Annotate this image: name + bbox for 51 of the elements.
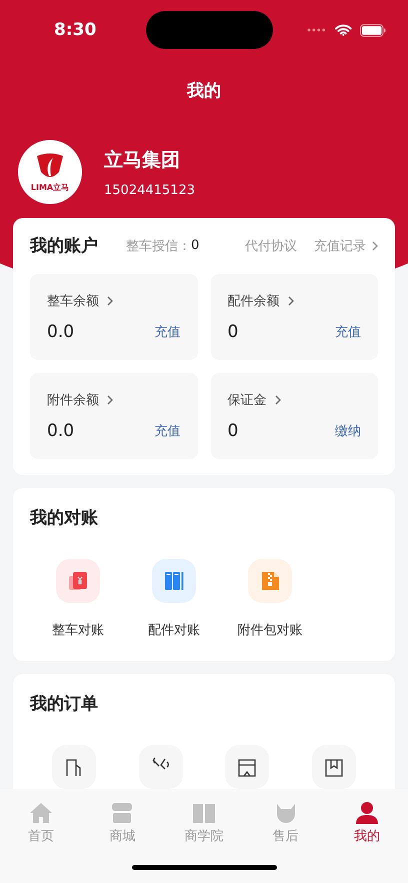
credit-label: 整车授信： [126,238,191,254]
chevron-icon [288,296,294,306]
balance-label: 保证金 [228,392,266,409]
chevron-icon [107,296,113,306]
person-icon [354,801,380,825]
box-icon[interactable] [312,745,356,789]
signal-icon [307,28,327,32]
balance-tile[interactable]: 配件余额 0 充值 [210,274,378,360]
balance-value: 0 [228,421,238,441]
section-title: 我的订单 [30,693,99,715]
tab-item[interactable]: 首页 [0,801,82,845]
battery-icon [360,24,386,36]
tab-item[interactable]: 我的 [326,801,408,845]
balance-tile[interactable]: 附件余额 0.0 充值 [30,373,198,459]
reconciliation-label: 整车对账 [52,622,104,639]
tab-item[interactable]: 商学院 [163,801,245,845]
balance-label: 配件余额 [228,293,280,310]
header-link[interactable]: 代付协议 [245,236,297,254]
wifi-icon [334,24,352,36]
chevron-icon [274,395,280,405]
zip-file-icon[interactable] [248,559,292,603]
reconciliation-label: 附件包对账 [238,622,302,639]
credit-value: 0 [191,238,200,253]
balance-label: 整车余额 [47,293,99,310]
company-name: 立马集团 [104,148,181,172]
page-title: 我的 [186,80,222,103]
bill-icon[interactable] [56,559,100,603]
balance-tile[interactable]: 保证金 0 缴纳 [210,373,378,459]
balance-value: 0 [228,322,238,342]
book-icon [190,801,217,825]
chevron-icon [107,395,113,405]
status-time: 8:30 [54,20,98,40]
action-link[interactable]: 充值 [154,422,180,440]
image-frame-icon[interactable] [225,745,270,789]
balance-tile[interactable]: 整车余额 0.0 充值 [30,274,198,360]
phone-number: 15024415123 [104,182,195,198]
binder-icon[interactable] [152,559,196,603]
tab-item[interactable]: 商城 [82,801,164,845]
action-link[interactable]: 充值 [154,323,180,341]
balance-label: 附件余额 [47,392,99,409]
chevron-icon [372,240,378,250]
action-link[interactable]: 充值 [335,323,361,341]
reconciliation-label: 配件对账 [148,622,200,639]
header-link[interactable]: 充值记录 [314,236,366,254]
tab-item[interactable]: 售后 [244,801,326,845]
action-link[interactable]: 缴纳 [335,422,361,440]
balance-value: 0.0 [47,322,74,342]
section-title: 我的账户 [30,235,98,257]
balance-value: 0.0 [47,421,74,441]
section-title: 我的对账 [30,507,99,529]
home-icon [28,801,54,825]
